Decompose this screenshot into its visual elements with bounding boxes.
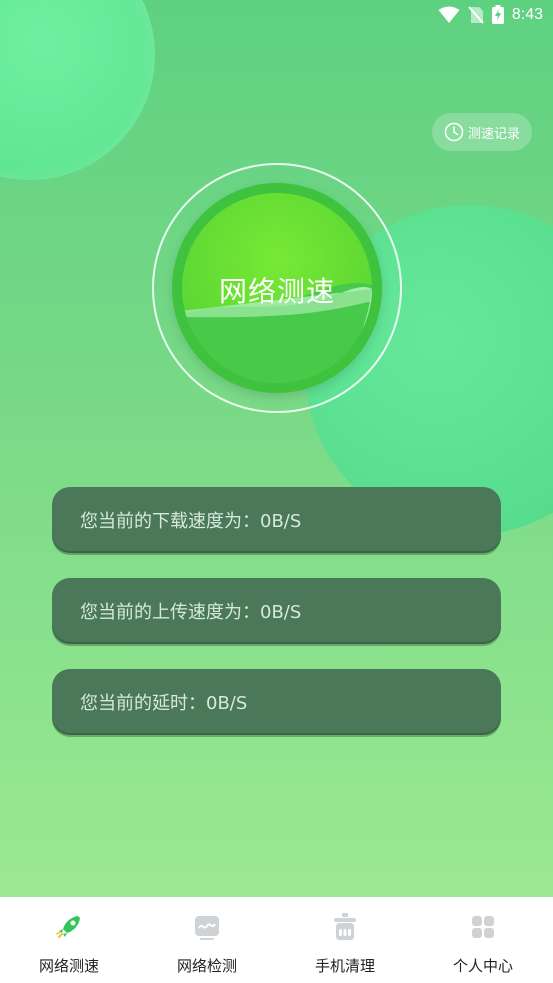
upload-speed-text: 您当前的上传速度为：0B/S: [80, 602, 302, 623]
tab-profile[interactable]: 个人中心: [414, 897, 552, 983]
status-time: 8:43: [511, 5, 543, 23]
speed-test-button[interactable]: 网络测速: [172, 183, 382, 393]
tab-label: 网络检测: [176, 957, 237, 975]
cleaner-icon: [334, 913, 356, 940]
latency-text: 您当前的延时：0B/S: [80, 693, 248, 714]
speed-test-label: 网络测速: [218, 275, 335, 308]
download-speed-text: 您当前的下载速度为：0B/S: [80, 511, 302, 532]
tab-phone-clean[interactable]: 手机清理: [276, 897, 414, 983]
wifi-icon: [438, 6, 460, 23]
main-screen: 8:43 测速记录 网络测速 您当前的下载速度为：0B/S 您当前的上传速度为：…: [0, 0, 553, 897]
grid-icon: [472, 916, 494, 938]
rocket-icon: [56, 916, 80, 938]
tab-label: 个人中心: [452, 957, 513, 975]
no-sim-icon: [468, 5, 484, 24]
tab-network-check[interactable]: 网络检测: [138, 897, 276, 983]
battery-charging-icon: [491, 5, 504, 24]
latency-card: 您当前的延时：0B/S: [52, 669, 501, 735]
clock-icon: [444, 122, 464, 142]
network-check-icon: [195, 916, 219, 940]
tab-network-speed[interactable]: 网络测速: [0, 897, 138, 983]
bottom-tab-bar: 网络测速 网络检测 手机清理 个人中心: [0, 897, 553, 983]
tab-label: 网络测速: [38, 957, 99, 975]
upload-speed-card: 您当前的上传速度为：0B/S: [52, 578, 501, 644]
test-history-label: 测速记录: [467, 126, 520, 142]
test-history-button[interactable]: 测速记录: [432, 113, 532, 151]
tab-label: 手机清理: [314, 957, 375, 975]
download-speed-card: 您当前的下载速度为：0B/S: [52, 487, 501, 553]
status-bar: 8:43: [0, 0, 553, 32]
